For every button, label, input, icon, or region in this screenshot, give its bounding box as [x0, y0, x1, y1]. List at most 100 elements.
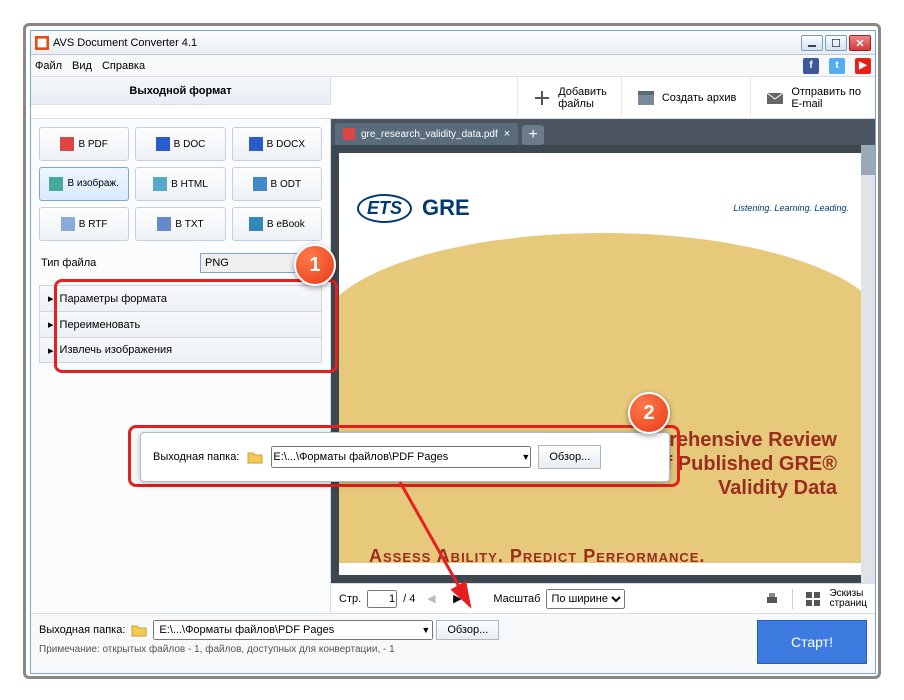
ebook-icon — [249, 217, 263, 231]
output-folder-popup: Выходная папка: ▼ Обзор... — [140, 432, 670, 482]
image-icon — [49, 177, 63, 191]
annotation-marker-2: 2 — [628, 392, 670, 434]
next-page-button[interactable]: ▶ — [447, 589, 467, 609]
browse-button-popup[interactable]: Обзор... — [538, 445, 601, 469]
main-area: В PDF В DOC В DOCX В изображ. В HTML В O… — [31, 119, 875, 613]
accordion-extract-images[interactable]: ▸Извлечь изображения — [39, 337, 322, 363]
menu-view[interactable]: Вид — [72, 60, 92, 72]
document-page: ETS GRE Listening. Learning. Leading. A … — [339, 153, 867, 575]
zoom-label: Масштаб — [493, 593, 540, 605]
format-image[interactable]: В изображ. — [39, 167, 129, 201]
format-ebook[interactable]: В eBook — [232, 207, 322, 241]
dropdown-icon[interactable]: ▼ — [421, 625, 430, 635]
document-tab[interactable]: gre_research_validity_data.pdf × — [335, 123, 518, 145]
status-note: Примечание: открытых файлов - 1, файлов,… — [39, 644, 867, 655]
page-input[interactable] — [367, 590, 397, 608]
print-button[interactable] — [762, 589, 782, 609]
send-email-label: Отправить по E-mail — [791, 86, 861, 110]
minimize-button[interactable] — [801, 35, 823, 51]
page-label: Стр. — [339, 593, 361, 605]
output-format-heading: Выходной формат — [31, 77, 331, 105]
thumbnails-button[interactable] — [803, 589, 823, 609]
format-docx[interactable]: В DOCX — [232, 127, 322, 161]
send-email-button[interactable]: Отправить по E-mail — [750, 77, 875, 119]
txt-icon — [157, 217, 171, 231]
tagline: Listening. Learning. Leading. — [733, 203, 849, 213]
thumbnails-label: Эскизы страниц — [829, 589, 867, 609]
output-folder-label: Выходная папка: — [39, 624, 125, 636]
annotation-marker-1: 1 — [294, 244, 336, 286]
email-icon — [765, 88, 785, 108]
titlebar: AVS Document Converter 4.1 — [31, 31, 875, 55]
create-archive-button[interactable]: Создать архив — [621, 77, 750, 119]
add-files-label: Добавить файлы — [558, 86, 607, 110]
menubar: Файл Вид Справка f t ▶ — [31, 55, 875, 77]
accordion: ▸Параметры формата ▸Переименовать ▸Извле… — [39, 285, 322, 363]
app-window: AVS Document Converter 4.1 Файл Вид Спра… — [30, 30, 876, 674]
html-icon — [153, 177, 167, 191]
pdf-file-icon — [343, 128, 355, 140]
accordion-rename[interactable]: ▸Переименовать — [39, 311, 322, 337]
format-doc[interactable]: В DOC — [135, 127, 225, 161]
format-html[interactable]: В HTML — [135, 167, 225, 201]
assess-text: Assess Ability. Predict Performance. — [369, 546, 705, 567]
rtf-icon — [61, 217, 75, 231]
prev-page-button[interactable]: ◀ — [421, 589, 441, 609]
output-folder-label-popup: Выходная папка: — [153, 451, 239, 463]
menu-help[interactable]: Справка — [102, 60, 145, 72]
vertical-scrollbar[interactable] — [861, 145, 875, 583]
menu-file[interactable]: Файл — [35, 60, 62, 72]
facebook-icon[interactable]: f — [803, 58, 819, 74]
ets-logo: ETS — [357, 194, 412, 223]
preview-pane: gre_research_validity_data.pdf × + ETS G… — [331, 119, 875, 613]
grid-icon — [805, 591, 821, 607]
format-rtf[interactable]: В RTF — [39, 207, 129, 241]
file-type-row: Тип файла PNG — [31, 249, 330, 281]
doc-icon — [156, 137, 170, 151]
chevron-right-icon: ▸ — [48, 344, 54, 357]
top-toolbar: Выходной формат Добавить файлы Создать а… — [31, 77, 875, 119]
page-total: / 4 — [403, 593, 415, 605]
plus-icon — [532, 88, 552, 108]
twitter-icon[interactable]: t — [829, 58, 845, 74]
zoom-select[interactable]: По ширине — [546, 589, 625, 609]
file-type-label: Тип файла — [41, 257, 96, 269]
format-txt[interactable]: В TXT — [135, 207, 225, 241]
archive-icon — [636, 88, 656, 108]
print-icon — [764, 591, 780, 607]
sidebar: В PDF В DOC В DOCX В изображ. В HTML В O… — [31, 119, 331, 613]
gre-logo: GRE — [422, 195, 470, 221]
maximize-button[interactable] — [825, 35, 847, 51]
docx-icon — [249, 137, 263, 151]
output-folder-input[interactable] — [153, 620, 433, 640]
output-folder-input-popup[interactable] — [271, 446, 531, 468]
tabbar: gre_research_validity_data.pdf × + — [331, 119, 875, 145]
window-title: AVS Document Converter 4.1 — [53, 37, 801, 49]
start-button[interactable]: Старт! — [757, 620, 867, 664]
tab-close-icon[interactable]: × — [504, 128, 510, 140]
dropdown-icon[interactable]: ▼ — [521, 452, 530, 462]
folder-icon — [131, 623, 147, 637]
tab-label: gre_research_validity_data.pdf — [361, 129, 498, 140]
document-viewport[interactable]: ETS GRE Listening. Learning. Leading. A … — [331, 145, 875, 583]
outer-frame: AVS Document Converter 4.1 Файл Вид Спра… — [23, 23, 881, 679]
chevron-right-icon: ▸ — [48, 292, 54, 305]
pdf-icon — [60, 137, 74, 151]
format-odt[interactable]: В ODT — [232, 167, 322, 201]
add-files-button[interactable]: Добавить файлы — [517, 77, 621, 119]
create-archive-label: Создать архив — [662, 92, 736, 104]
folder-icon — [247, 450, 263, 464]
chevron-right-icon: ▸ — [48, 318, 54, 331]
odt-icon — [253, 177, 267, 191]
format-pdf[interactable]: В PDF — [39, 127, 129, 161]
page-toolbar: Стр. / 4 ◀ ▶ Масштаб По ширине Эскизы ст… — [331, 583, 875, 613]
swoop-graphic — [339, 233, 867, 563]
new-tab-button[interactable]: + — [522, 125, 544, 145]
app-icon — [35, 36, 49, 50]
accordion-format-params[interactable]: ▸Параметры формата — [39, 285, 322, 311]
youtube-icon[interactable]: ▶ — [855, 58, 871, 74]
footer: Выходная папка: ▼ Обзор... Примечание: о… — [31, 613, 875, 673]
browse-button-footer[interactable]: Обзор... — [436, 620, 499, 640]
close-button[interactable] — [849, 35, 871, 51]
format-grid: В PDF В DOC В DOCX В изображ. В HTML В O… — [31, 119, 330, 249]
